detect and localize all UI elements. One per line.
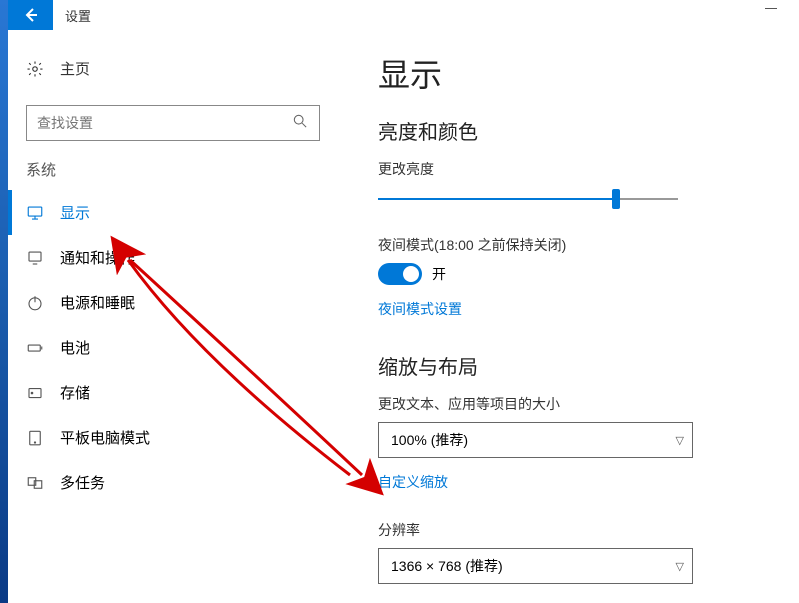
titlebar: 设置 [8,0,799,30]
sidebar-item-notifications[interactable]: 通知和操作 [8,235,338,280]
resolution-label: 分辨率 [378,520,779,540]
brightness-label: 更改亮度 [378,159,779,179]
page-title: 显示 [378,50,779,96]
battery-icon [26,339,46,357]
chevron-down-icon: ▽ [676,560,684,573]
brightness-heading: 亮度和颜色 [378,116,779,145]
back-button[interactable] [8,0,53,30]
sidebar-item-tablet[interactable]: 平板电脑模式 [8,415,338,460]
storage-icon [26,384,46,402]
nightlight-toggle[interactable] [378,263,422,285]
minimize-button[interactable] [765,8,779,10]
nightlight-label: 夜间模式(18:00 之前保持关闭) [378,235,779,255]
window-title: 设置 [65,6,91,25]
scale-heading: 缩放与布局 [378,351,779,380]
home-label: 主页 [60,58,90,79]
search-box[interactable] [26,105,320,141]
sidebar-item-power[interactable]: 电源和睡眠 [8,280,338,325]
resolution-dropdown[interactable]: 1366 × 768 (推荐) ▽ [378,548,693,584]
sidebar-item-label: 多任务 [60,472,105,493]
sidebar-item-multitask[interactable]: 多任务 [8,460,338,505]
sidebar-item-label: 电源和睡眠 [60,292,135,313]
toggle-state-label: 开 [432,264,446,284]
sidebar-item-label: 电池 [60,337,90,358]
notifications-icon [26,249,46,267]
monitor-icon [26,204,46,222]
back-arrow-icon [23,7,39,23]
resolution-value: 1366 × 768 (推荐) [391,556,503,576]
toggle-knob [403,266,419,282]
sidebar-item-label: 通知和操作 [60,247,135,268]
sidebar-item-label: 平板电脑模式 [60,427,150,448]
chevron-down-icon: ▽ [676,434,684,447]
gear-icon [26,60,46,78]
sidebar-item-display[interactable]: 显示 [8,190,338,235]
sidebar-item-label: 显示 [60,202,90,223]
sidebar-item-storage[interactable]: 存储 [8,370,338,415]
scale-value: 100% (推荐) [391,430,468,450]
multitask-icon [26,474,46,492]
sidebar-item-label: 存储 [60,382,90,403]
slider-fill [378,198,612,200]
scale-label: 更改文本、应用等项目的大小 [378,394,779,414]
sidebar-home[interactable]: 主页 [8,50,338,87]
accent-stripe [0,0,8,603]
nightlight-settings-link[interactable]: 夜间模式设置 [378,299,462,319]
slider-thumb[interactable] [612,189,620,209]
search-icon [281,114,319,133]
tablet-icon [26,429,46,447]
sidebar-item-battery[interactable]: 电池 [8,325,338,370]
sidebar: 主页 系统 显示 通知和操作 电源和睡眠 电池 存储 平板电脑模式 多任务 [8,50,338,505]
search-input[interactable] [27,115,281,131]
power-icon [26,294,46,312]
sidebar-section-label: 系统 [26,159,338,180]
custom-scale-link[interactable]: 自定义缩放 [378,472,448,492]
content-area: 显示 亮度和颜色 更改亮度 夜间模式(18:00 之前保持关闭) 开 夜间模式设… [378,50,779,584]
scale-dropdown[interactable]: 100% (推荐) ▽ [378,422,693,458]
brightness-slider[interactable] [378,187,678,211]
